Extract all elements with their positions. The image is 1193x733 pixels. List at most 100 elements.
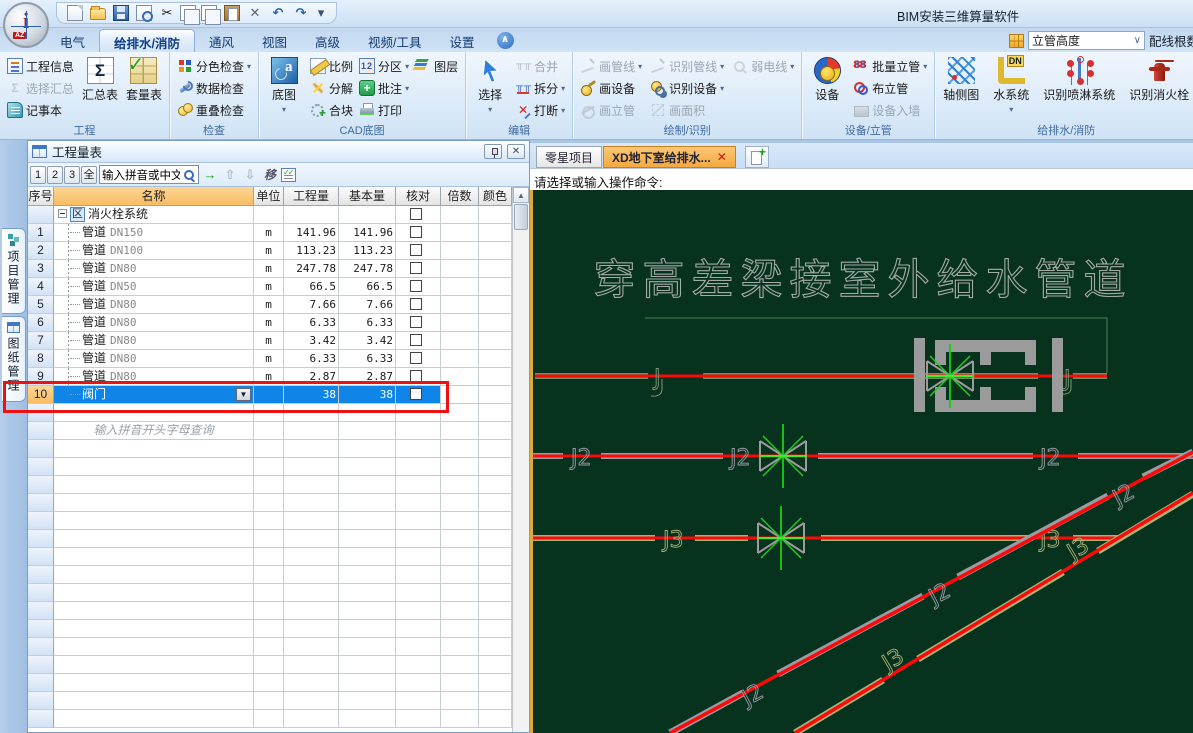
- draw-area-button[interactable]: 画面积: [647, 99, 727, 121]
- quota-table-button[interactable]: 套量表: [123, 55, 165, 103]
- app-logo-button[interactable]: i AZ: [3, 2, 49, 48]
- summary-table-button[interactable]: 汇总表: [79, 55, 121, 103]
- ribbon-collapse-button[interactable]: ∧: [497, 32, 514, 49]
- move-button[interactable]: 移: [261, 166, 279, 183]
- table-grid-icon[interactable]: [1009, 34, 1024, 48]
- open-folder-icon[interactable]: [90, 8, 106, 20]
- search-input[interactable]: [100, 169, 182, 181]
- save-icon[interactable]: [113, 5, 129, 21]
- customize-toolbar-arrow-icon[interactable]: ▾: [316, 5, 326, 21]
- explode-button[interactable]: 分解: [307, 77, 356, 99]
- device-button[interactable]: 设备: [806, 55, 848, 103]
- pin-icon[interactable]: [484, 144, 502, 159]
- table-vertical-scrollbar[interactable]: ▲: [512, 187, 529, 732]
- split-button[interactable]: 拆分▾: [512, 77, 568, 99]
- menu-tab[interactable]: 设置: [436, 29, 489, 52]
- menu-tab[interactable]: 视图: [248, 29, 301, 52]
- lay-riser-button[interactable]: 布立管: [850, 77, 930, 99]
- scale-button[interactable]: 比例: [307, 55, 356, 77]
- level-filter-button[interactable]: 全: [81, 166, 97, 184]
- annotate-button[interactable]: 批注▾: [356, 77, 412, 99]
- weak-current-button[interactable]: 弱电线▾: [729, 55, 797, 77]
- level-filter-button[interactable]: 3: [64, 166, 80, 184]
- drawing-tab[interactable]: XD地下室给排水... ✕: [603, 146, 736, 168]
- cad-canvas[interactable]: 穿高差梁接室外给水管道 J J: [530, 190, 1193, 733]
- merge-block-button[interactable]: 合块: [307, 99, 356, 121]
- check-checkbox[interactable]: [410, 262, 422, 274]
- cad-base-button[interactable]: 底图▾: [263, 55, 305, 114]
- cut-icon[interactable]: ✂: [159, 5, 175, 21]
- notepad-button[interactable]: 记事本: [4, 99, 77, 121]
- sidebar-tab-drawing-management[interactable]: 图纸管理: [2, 316, 26, 402]
- merge-button[interactable]: 合并: [512, 55, 568, 77]
- water-system-button[interactable]: 水系统▾: [989, 55, 1033, 114]
- table-row[interactable]: 1 管道DN150▼ m 141.96 141.96: [28, 224, 512, 242]
- check-checkbox[interactable]: [410, 352, 422, 364]
- down-arrow-icon[interactable]: ⇩: [241, 167, 259, 183]
- scrollbar-thumb[interactable]: [514, 204, 528, 230]
- batch-riser-button[interactable]: 批量立管▾: [850, 55, 930, 77]
- table-row[interactable]: 9 管道DN80▼ m 2.87 2.87: [28, 368, 512, 386]
- draw-pipeline-button[interactable]: 画管线▾: [577, 55, 645, 77]
- close-icon[interactable]: ✕: [507, 144, 525, 159]
- close-tab-icon[interactable]: ✕: [717, 150, 727, 164]
- axonometric-button[interactable]: 轴侧图: [939, 55, 983, 103]
- level-filter-button[interactable]: 2: [47, 166, 63, 184]
- name-dropdown-button[interactable]: ▼: [236, 388, 251, 401]
- copy-format-icon[interactable]: [201, 5, 217, 21]
- scroll-up-arrow-icon[interactable]: ▲: [513, 187, 529, 203]
- paste-icon[interactable]: [224, 5, 240, 21]
- select-button[interactable]: 选择▾: [470, 55, 510, 114]
- delete-icon[interactable]: ✕: [247, 5, 263, 21]
- table-row[interactable]: 10 阀门▼ 38 38: [28, 386, 512, 404]
- drawing-tab[interactable]: 零星项目 ✕: [536, 146, 602, 168]
- up-arrow-icon[interactable]: ⇧: [221, 167, 239, 183]
- menu-tab[interactable]: 高级: [301, 29, 354, 52]
- check-checkbox[interactable]: [410, 226, 422, 238]
- check-checkbox[interactable]: [410, 298, 422, 310]
- table-row[interactable]: 5 管道DN80▼ m 7.66 7.66: [28, 296, 512, 314]
- print-button[interactable]: 打印: [356, 99, 405, 121]
- draw-device-button[interactable]: 画设备: [577, 77, 645, 99]
- check-checkbox[interactable]: [410, 244, 422, 256]
- table-row[interactable]: 4 管道DN50▼ m 66.5 66.5: [28, 278, 512, 296]
- table-row[interactable]: 3 管道DN80▼ m 247.78 247.78: [28, 260, 512, 278]
- recognize-device-button[interactable]: 识别设备▾: [647, 77, 727, 99]
- menu-tab[interactable]: 电气: [46, 29, 99, 52]
- check-checkbox[interactable]: [410, 208, 422, 220]
- redo-icon[interactable]: ↷: [293, 5, 309, 21]
- print-preview-icon[interactable]: [136, 5, 152, 21]
- table-row[interactable]: 8 管道DN80▼ m 6.33 6.33: [28, 350, 512, 368]
- recognize-pipeline-button[interactable]: 识别管线▾: [647, 55, 727, 77]
- data-check-button[interactable]: 数据检查: [174, 77, 254, 99]
- sidebar-tab-project-management[interactable]: 项目管理: [2, 228, 26, 314]
- check-checkbox[interactable]: [410, 316, 422, 328]
- new-drawing-tab-button[interactable]: [745, 146, 769, 168]
- menu-tab[interactable]: 视频/工具: [354, 29, 435, 52]
- table-group-row[interactable]: 区消火栓系统: [28, 206, 512, 224]
- overlap-check-button[interactable]: 重叠检查: [174, 99, 254, 121]
- recognize-sprinkler-button[interactable]: 识别喷淋系统: [1039, 55, 1119, 103]
- break-button[interactable]: 打断▾: [512, 99, 568, 121]
- table-row[interactable]: 6 管道DN80▼ m 6.33 6.33: [28, 314, 512, 332]
- select-summary-button[interactable]: 选择汇总: [4, 77, 77, 99]
- menu-tab[interactable]: 通风: [195, 29, 248, 52]
- copy-icon[interactable]: [180, 5, 196, 21]
- recognize-hydrant-button[interactable]: 识别消火栓: [1125, 55, 1193, 103]
- layer-button[interactable]: 图层: [412, 55, 461, 77]
- checklist-icon[interactable]: [281, 168, 296, 182]
- check-checkbox[interactable]: [410, 370, 422, 382]
- riser-height-combobox[interactable]: 立管高度 ∨: [1028, 31, 1145, 50]
- command-bar[interactable]: 请选择或输入操作命令:: [530, 168, 1193, 190]
- table-row[interactable]: 2 管道DN100▼ m 113.23 113.23: [28, 242, 512, 260]
- device-into-wall-button[interactable]: 设备入墙: [850, 99, 930, 121]
- check-checkbox[interactable]: [410, 334, 422, 346]
- partition-button[interactable]: 分区▾: [356, 55, 412, 77]
- check-checkbox[interactable]: [410, 280, 422, 292]
- new-document-icon[interactable]: [67, 5, 83, 21]
- color-check-button[interactable]: 分色检查▾: [174, 55, 254, 77]
- check-checkbox[interactable]: [410, 388, 422, 400]
- undo-icon[interactable]: ↶: [270, 5, 286, 21]
- menu-tab[interactable]: 给排水/消防: [99, 29, 195, 52]
- collapse-minus-icon[interactable]: [58, 209, 67, 218]
